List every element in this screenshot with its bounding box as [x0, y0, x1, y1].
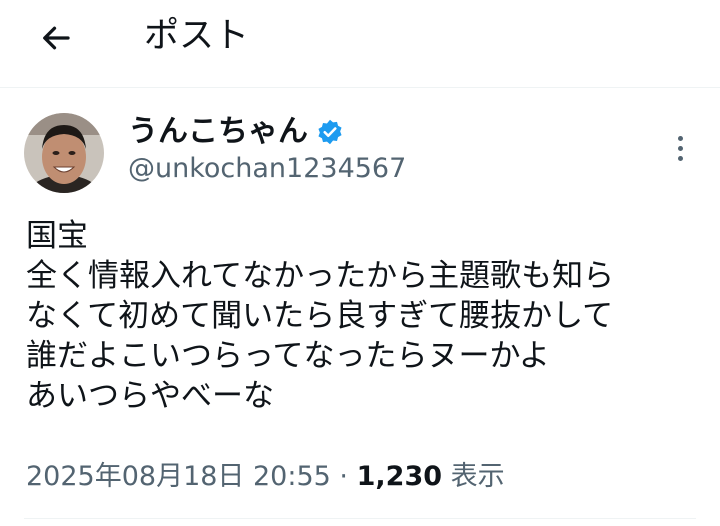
divider	[24, 518, 696, 519]
avatar[interactable]	[24, 113, 104, 193]
views-label: 表示	[450, 461, 505, 492]
display-name: うんこちゃん	[128, 114, 308, 149]
author-handle[interactable]: @unkochan1234567	[128, 150, 406, 188]
back-button[interactable]	[30, 16, 82, 60]
tweet-text: 国宝 全く情報入れてなかったから主題歌も知ら なくて初めて聞いたら良すぎて腰抜か…	[26, 216, 706, 416]
tweet-meta: 2025年08月18日 20:55 · 1,230 表示	[26, 459, 505, 495]
more-options-button[interactable]	[664, 128, 696, 168]
timestamp-link[interactable]: 2025年08月18日 20:55	[26, 461, 331, 492]
top-header: ポスト	[0, 0, 720, 88]
tweet-line: 誰だよこいつらってなったらヌーかよ	[26, 338, 550, 374]
tweet-line: 全く情報入れてなかったから主題歌も知ら	[26, 258, 615, 294]
avatar-image	[24, 113, 104, 193]
author-name-row[interactable]: うんこちゃん	[128, 112, 344, 152]
tweet-line: なくて初めて聞いたら良すぎて腰抜かして	[26, 298, 614, 334]
arrow-left-icon	[43, 26, 70, 50]
more-dots-icon	[677, 135, 683, 141]
tweet-line: あいつらやべーな	[26, 378, 274, 414]
verified-badge-icon	[316, 118, 344, 146]
page-title: ポスト	[144, 16, 250, 56]
views-count: 1,230	[356, 461, 443, 492]
tweet-line: 国宝	[26, 218, 88, 254]
meta-separator: ·	[339, 461, 349, 492]
